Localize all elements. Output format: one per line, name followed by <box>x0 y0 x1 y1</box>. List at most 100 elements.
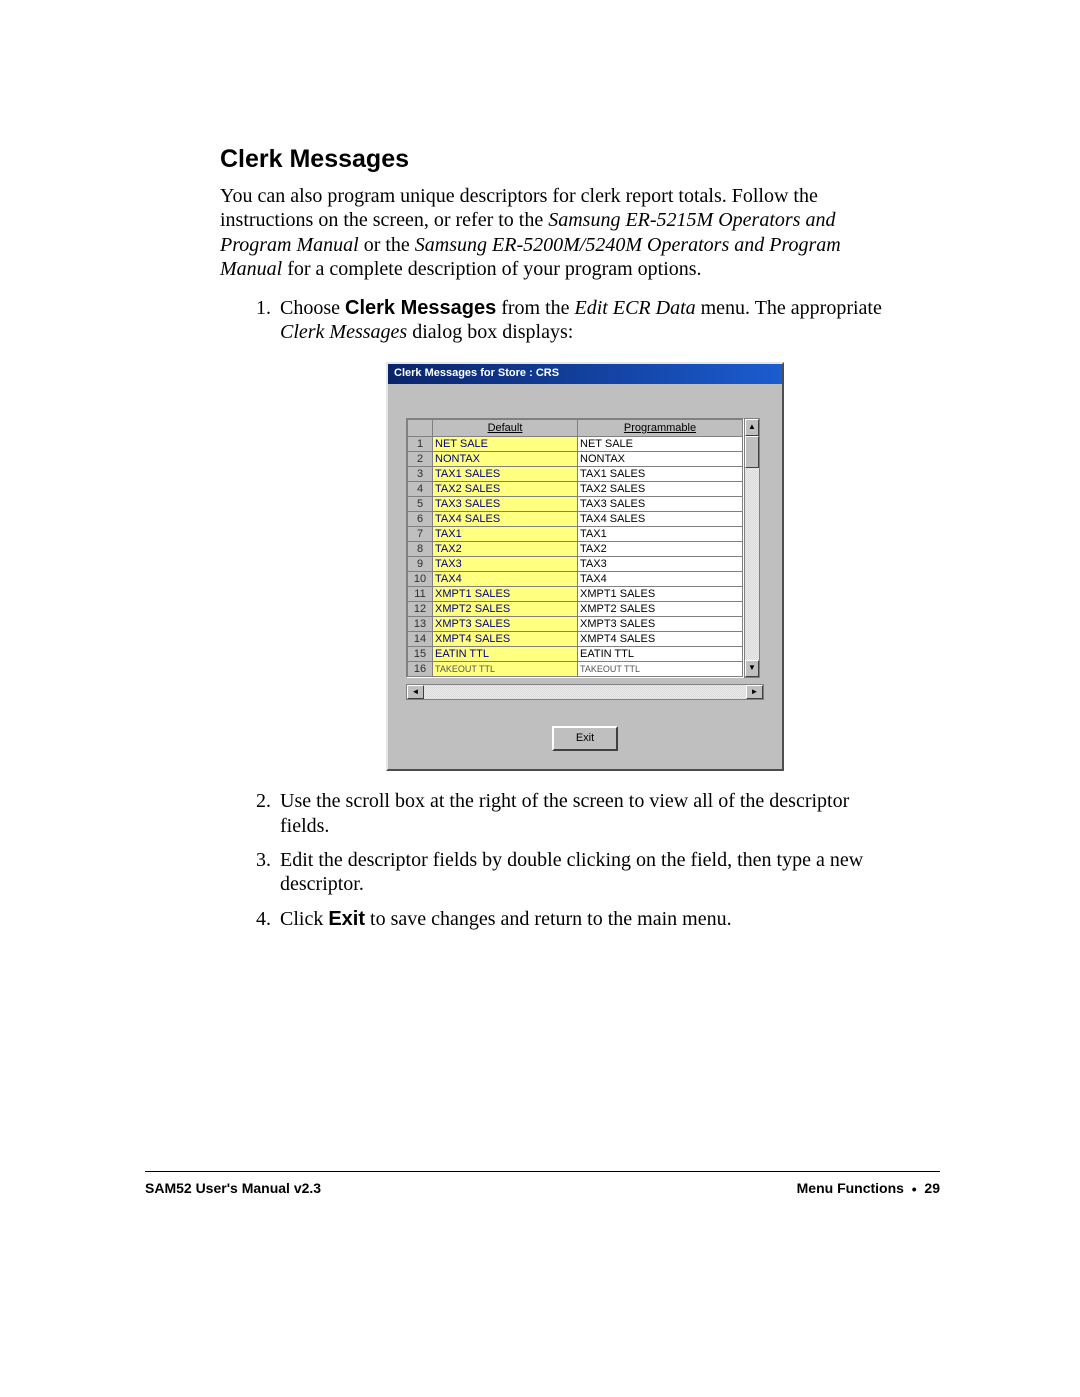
row-number: 6 <box>408 511 433 526</box>
section-heading: Clerk Messages <box>220 145 890 174</box>
row-number: 16 <box>408 661 433 676</box>
programmable-cell[interactable]: TAX3 SALES <box>578 496 743 511</box>
table-row: 10TAX4TAX4 <box>408 571 743 586</box>
row-number: 15 <box>408 646 433 661</box>
step-text: Choose <box>280 297 345 319</box>
table-row: 6TAX4 SALESTAX4 SALES <box>408 511 743 526</box>
table-row: 12XMPT2 SALESXMPT2 SALES <box>408 601 743 616</box>
default-cell[interactable]: EATIN TTL <box>433 646 578 661</box>
row-number: 7 <box>408 526 433 541</box>
row-number: 5 <box>408 496 433 511</box>
menu-name-italic: Edit ECR Data <box>575 297 696 319</box>
programmable-cell[interactable]: TAX1 <box>578 526 743 541</box>
table-row: 11XMPT1 SALESXMPT1 SALES <box>408 586 743 601</box>
programmable-cell[interactable]: EATIN TTL <box>578 646 743 661</box>
scroll-up-button[interactable]: ▲ <box>745 419 759 436</box>
scroll-left-button[interactable]: ◄ <box>407 685 424 699</box>
footer-right: Menu Functions • 29 <box>797 1180 940 1197</box>
menu-item-bold: Clerk Messages <box>345 297 496 319</box>
programmable-cell[interactable]: XMPT1 SALES <box>578 586 743 601</box>
row-number: 12 <box>408 601 433 616</box>
default-cell[interactable]: NONTAX <box>433 451 578 466</box>
intro-text: or the <box>359 234 415 256</box>
table-row: 2NONTAXNONTAX <box>408 451 743 466</box>
hscroll-track[interactable] <box>424 685 746 699</box>
programmable-cell[interactable]: XMPT2 SALES <box>578 601 743 616</box>
step-1: Choose Clerk Messages from the Edit ECR … <box>276 296 890 772</box>
table-row: 1NET SALENET SALE <box>408 436 743 451</box>
steps-list: Choose Clerk Messages from the Edit ECR … <box>220 296 890 932</box>
exit-button[interactable]: Exit <box>552 726 618 751</box>
intro-paragraph: You can also program unique descriptors … <box>220 184 890 282</box>
step-text: menu. The appropriate <box>696 297 882 319</box>
row-number: 2 <box>408 451 433 466</box>
programmable-cell[interactable]: TAX4 SALES <box>578 511 743 526</box>
header-blank <box>408 419 433 436</box>
default-cell[interactable]: TAX4 <box>433 571 578 586</box>
row-number: 14 <box>408 631 433 646</box>
step-text: Click <box>280 908 328 930</box>
clerk-messages-dialog: Clerk Messages for Store : CRS Default P… <box>386 362 784 771</box>
programmable-cell[interactable]: XMPT4 SALES <box>578 631 743 646</box>
programmable-cell[interactable]: TAX2 <box>578 541 743 556</box>
default-cell[interactable]: TAX1 <box>433 526 578 541</box>
step-3: Edit the descriptor fields by double cli… <box>276 848 890 897</box>
default-cell[interactable]: TAX1 SALES <box>433 466 578 481</box>
table-row: 14XMPT4 SALESXMPT4 SALES <box>408 631 743 646</box>
horizontal-scrollbar[interactable]: ◄ ► <box>406 684 764 700</box>
programmable-cell[interactable]: TAX4 <box>578 571 743 586</box>
programmable-cell[interactable]: TAX3 <box>578 556 743 571</box>
row-number: 4 <box>408 481 433 496</box>
default-cell[interactable]: XMPT4 SALES <box>433 631 578 646</box>
dialog-titlebar: Clerk Messages for Store : CRS <box>388 364 782 383</box>
step-4: Click Exit to save changes and return to… <box>276 907 890 931</box>
header-default: Default <box>433 419 578 436</box>
table-row: 3TAX1 SALESTAX1 SALES <box>408 466 743 481</box>
scroll-thumb[interactable] <box>745 436 759 468</box>
default-cell[interactable]: TAKEOUT TTL <box>433 661 578 676</box>
scroll-right-button[interactable]: ► <box>746 685 763 699</box>
exit-bold: Exit <box>328 908 365 930</box>
default-cell[interactable]: TAX3 <box>433 556 578 571</box>
row-number: 13 <box>408 616 433 631</box>
default-cell[interactable]: XMPT2 SALES <box>433 601 578 616</box>
footer-bullet: • <box>912 1181 917 1197</box>
row-number: 11 <box>408 586 433 601</box>
table-row: 15EATIN TTLEATIN TTL <box>408 646 743 661</box>
row-number: 9 <box>408 556 433 571</box>
step-2: Use the scroll box at the right of the s… <box>276 789 890 838</box>
default-cell[interactable]: TAX2 <box>433 541 578 556</box>
table-row: 13XMPT3 SALESXMPT3 SALES <box>408 616 743 631</box>
scroll-down-button[interactable]: ▼ <box>745 660 759 677</box>
default-cell[interactable]: XMPT3 SALES <box>433 616 578 631</box>
dialog-name-italic: Clerk Messages <box>280 321 407 343</box>
table-header-row: Default Programmable <box>408 419 743 436</box>
intro-text: for a complete description of your progr… <box>282 258 701 280</box>
default-cell[interactable]: XMPT1 SALES <box>433 586 578 601</box>
table-row: 5TAX3 SALESTAX3 SALES <box>408 496 743 511</box>
table-row: 9TAX3TAX3 <box>408 556 743 571</box>
header-programmable: Programmable <box>578 419 743 436</box>
footer-left: SAM52 User's Manual v2.3 <box>145 1180 321 1197</box>
default-cell[interactable]: TAX4 SALES <box>433 511 578 526</box>
default-cell[interactable]: TAX2 SALES <box>433 481 578 496</box>
programmable-cell[interactable]: XMPT3 SALES <box>578 616 743 631</box>
programmable-cell[interactable]: NET SALE <box>578 436 743 451</box>
scroll-track[interactable] <box>745 468 759 660</box>
default-cell[interactable]: TAX3 SALES <box>433 496 578 511</box>
row-number: 8 <box>408 541 433 556</box>
programmable-cell[interactable]: TAKEOUT TTL <box>578 661 743 676</box>
programmable-cell[interactable]: TAX1 SALES <box>578 466 743 481</box>
table-row: 7TAX1TAX1 <box>408 526 743 541</box>
step-text: from the <box>496 297 574 319</box>
footer-page-number: 29 <box>924 1180 940 1196</box>
footer-section: Menu Functions <box>797 1180 904 1196</box>
table-row: 4TAX2 SALESTAX2 SALES <box>408 481 743 496</box>
programmable-cell[interactable]: NONTAX <box>578 451 743 466</box>
programmable-cell[interactable]: TAX2 SALES <box>578 481 743 496</box>
default-cell[interactable]: NET SALE <box>433 436 578 451</box>
messages-table: Default Programmable 1NET SALENET SALE2N… <box>407 419 743 677</box>
table-row: 16TAKEOUT TTLTAKEOUT TTL <box>408 661 743 676</box>
step-text: to save changes and return to the main m… <box>365 908 732 930</box>
vertical-scrollbar[interactable]: ▲ ▼ <box>744 418 760 678</box>
